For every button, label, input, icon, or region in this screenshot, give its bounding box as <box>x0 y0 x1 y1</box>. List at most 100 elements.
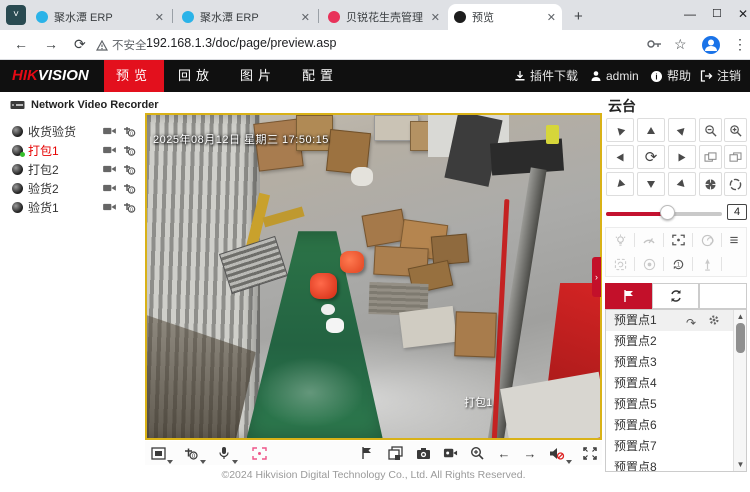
tab-close-icon[interactable]: ✕ <box>301 11 310 24</box>
mic-caret-icon[interactable] <box>232 451 238 469</box>
window-close-button[interactable]: ✕ <box>738 7 748 21</box>
preset-item-3[interactable]: 预置点3 <box>606 352 734 373</box>
light-icon[interactable] <box>607 228 633 252</box>
scroll-thumb[interactable] <box>736 323 745 353</box>
tab-search-icon[interactable]: ˅ <box>6 5 26 25</box>
iris-open-button[interactable] <box>724 172 747 196</box>
tab-patrol[interactable] <box>652 283 699 309</box>
nav-tab-config[interactable]: 配置 <box>290 60 350 92</box>
digital-zoom-icon[interactable] <box>468 445 486 461</box>
stream-type-icon[interactable]: 0 <box>122 183 136 194</box>
tab-pattern[interactable] <box>699 283 747 309</box>
ptz-right-button[interactable] <box>668 145 696 169</box>
focus-assist-icon[interactable] <box>636 252 662 276</box>
live-video-window[interactable]: 2025年08月12日 星期三 17:50:15 打包1 <box>145 113 602 440</box>
preset-item-5[interactable]: 预置点5 <box>606 394 734 415</box>
nav-tab-picture[interactable]: 图片 <box>228 60 288 92</box>
iris-close-button[interactable] <box>699 172 722 196</box>
new-tab-button[interactable]: + <box>574 8 583 25</box>
next-channel-icon[interactable]: → <box>521 445 539 461</box>
reload-icon[interactable]: ⟳ <box>74 36 86 53</box>
browser-tab-1[interactable]: 聚水潭 ERP ✕ <box>30 4 170 30</box>
3d-zoom-icon[interactable] <box>665 228 691 252</box>
start-live-icon[interactable] <box>102 183 117 193</box>
auto-tracking-icon[interactable] <box>607 252 633 276</box>
start-live-icon[interactable] <box>102 202 117 212</box>
one-touch-park-icon[interactable] <box>694 252 720 276</box>
nav-tab-preview[interactable]: 预览 <box>104 60 164 92</box>
scroll-up-icon[interactable]: ▲ <box>736 312 745 321</box>
stop-all-icon[interactable] <box>386 445 404 461</box>
logout-button[interactable]: 注销 <box>700 60 741 92</box>
stream-type-icon[interactable]: 0 <box>122 145 136 156</box>
set-preset-gear-icon[interactable] <box>708 312 720 333</box>
preset-scrollbar[interactable]: ▲ ▼ <box>733 310 746 471</box>
window-maximize-button[interactable]: ☐ <box>712 7 722 20</box>
browser-menu-icon[interactable]: ⋮ <box>733 36 747 53</box>
3d-position-icon[interactable] <box>250 445 268 461</box>
password-key-icon[interactable] <box>646 37 662 56</box>
preset-item-4[interactable]: 预置点4 <box>606 373 734 394</box>
tab-close-icon[interactable]: ✕ <box>155 11 164 24</box>
ptz-down-right-button[interactable] <box>668 172 696 196</box>
zoom-in-button[interactable] <box>724 118 747 142</box>
ptz-speed-value[interactable]: 4 <box>727 204 747 220</box>
microphone-icon[interactable] <box>215 445 233 461</box>
fullscreen-icon[interactable] <box>581 445 599 461</box>
panel-collapse-handle[interactable]: › <box>592 257 601 297</box>
security-indicator[interactable]: 不安全 <box>96 37 147 53</box>
forward-icon[interactable]: → <box>44 36 58 52</box>
layout-caret-icon[interactable] <box>167 451 173 469</box>
browser-tab-3[interactable]: 贝锐花生壳管理 - 内网 ✕ <box>322 4 446 30</box>
ptz-up-left-button[interactable] <box>606 118 634 142</box>
ptz-left-button[interactable] <box>606 145 634 169</box>
ptz-down-left-button[interactable] <box>606 172 634 196</box>
camera-row-yanhuo2[interactable]: 验货2 0 <box>12 179 136 197</box>
camera-row-yanhuo1[interactable]: 验货1 0 <box>12 198 136 216</box>
ptz-up-right-button[interactable] <box>668 118 696 142</box>
start-live-icon[interactable] <box>102 126 117 136</box>
focus-far-button[interactable] <box>699 145 722 169</box>
volume-muted-icon[interactable] <box>548 445 566 461</box>
volume-caret-icon[interactable] <box>566 451 572 469</box>
ptz-auto-scan-button[interactable]: ⟳ <box>637 145 665 169</box>
capture-icon[interactable] <box>414 445 432 461</box>
tab-close-icon[interactable]: ✕ <box>547 11 556 24</box>
preset-item-1[interactable]: 预置点1 ↷ <box>606 310 734 331</box>
camera-row-shouhuo-yanhuo[interactable]: 收货验货 0 <box>12 122 136 140</box>
tab-close-icon[interactable]: ✕ <box>431 11 440 24</box>
camera-row-dabao2[interactable]: 打包2 0 <box>12 160 136 178</box>
help-button[interactable]: i 帮助 <box>650 60 691 92</box>
preset-item-8[interactable]: 预置点8 <box>606 457 734 472</box>
camera-row-dabao1[interactable]: 打包1 0 <box>12 141 136 159</box>
menu-icon[interactable]: ≡ <box>721 228 747 252</box>
layout-grid-icon[interactable] <box>149 445 167 461</box>
focus-near-button[interactable] <box>724 145 747 169</box>
record-icon[interactable] <box>441 445 459 461</box>
device-header[interactable]: Network Video Recorder <box>10 99 159 111</box>
previous-channel-icon[interactable]: ← <box>495 445 513 461</box>
wiper-icon[interactable] <box>636 228 662 252</box>
address-url[interactable]: 192.168.1.3/doc/page/preview.asp <box>146 36 336 50</box>
browser-tab-active[interactable]: 预览 ✕ <box>448 4 562 30</box>
preset-item-2[interactable]: 预置点2 <box>606 331 734 352</box>
back-icon[interactable]: ← <box>14 36 28 52</box>
one-touch-patrol-icon[interactable]: 1 <box>665 252 691 276</box>
nav-tab-playback[interactable]: 回放 <box>166 60 226 92</box>
stream-caret-icon[interactable] <box>200 451 206 469</box>
browser-tab-2[interactable]: 聚水潭 ERP ✕ <box>176 4 316 30</box>
tab-presets[interactable] <box>605 283 652 309</box>
ptz-speed-slider-handle[interactable] <box>660 205 675 220</box>
start-live-icon[interactable] <box>102 164 117 174</box>
bookmark-star-icon[interactable]: ☆ <box>674 36 687 53</box>
preset-item-6[interactable]: 预置点6 <box>606 415 734 436</box>
stream-switch-icon[interactable]: 0 <box>181 445 199 461</box>
preset-item-7[interactable]: 预置点7 <box>606 436 734 457</box>
plugin-download-button[interactable]: 插件下载 <box>514 60 578 92</box>
stream-type-icon[interactable]: 0 <box>122 202 136 213</box>
scroll-down-icon[interactable]: ▼ <box>736 460 745 469</box>
stream-type-icon[interactable]: 0 <box>122 164 136 175</box>
start-live-icon[interactable] <box>102 145 117 155</box>
stream-type-icon[interactable]: 0 <box>122 126 136 137</box>
alarm-flag-icon[interactable] <box>358 445 376 461</box>
